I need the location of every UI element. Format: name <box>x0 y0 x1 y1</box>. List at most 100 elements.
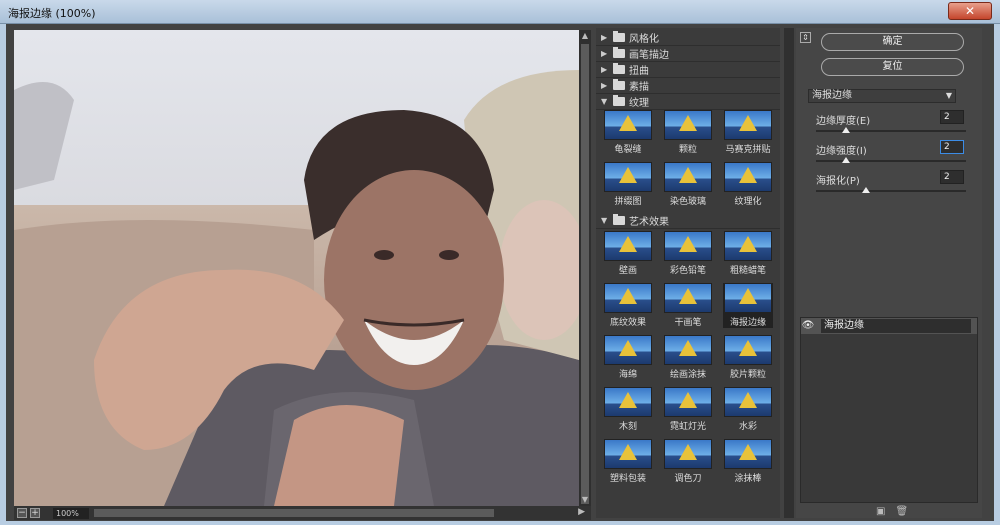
param-value-input[interactable]: 2 <box>940 170 964 184</box>
param-slider-track[interactable] <box>816 160 966 162</box>
param-slider-knob[interactable] <box>861 187 870 193</box>
filter-preview-image <box>724 162 772 192</box>
filter-thumbnail[interactable]: 水彩 <box>723 387 773 432</box>
filter-thumbnail[interactable]: 染色玻璃 <box>663 162 713 207</box>
filter-preview-image <box>604 110 652 140</box>
effect-layer-row[interactable]: 👁 海报边缘 <box>801 318 977 334</box>
filter-select[interactable]: 海报边缘 ▼ <box>808 89 956 103</box>
filter-thumbnail-label: 胶片颗粒 <box>729 370 766 380</box>
filter-preview-image <box>664 162 712 192</box>
filter-thumbnail[interactable]: 纹理化 <box>723 162 773 207</box>
filter-thumbnail-label: 木刻 <box>618 422 637 432</box>
filter-preview-image <box>724 335 772 365</box>
gallery-scrollbar[interactable] <box>784 28 794 518</box>
sailboat-icon <box>739 340 757 356</box>
filter-folder-label: 画笔描边 <box>629 50 669 61</box>
sailboat-icon <box>679 444 697 460</box>
filter-thumbnail[interactable]: 拼缀图 <box>603 162 653 207</box>
sailboat-icon <box>619 115 637 131</box>
param-slider-track[interactable] <box>816 190 966 192</box>
filter-thumbnail[interactable]: 涂抹棒 <box>723 439 773 484</box>
zoom-level-select[interactable]: 100% <box>53 507 89 519</box>
zoom-out-button[interactable]: − <box>17 508 27 518</box>
filter-thumbnail[interactable]: 彩色铅笔 <box>663 231 713 276</box>
filter-preview-image <box>664 439 712 469</box>
preview-vertical-scrollbar[interactable]: ▲ ▼ <box>579 30 591 506</box>
filter-thumbnail-label: 干画笔 <box>674 318 702 328</box>
sailboat-icon <box>619 167 637 183</box>
filter-thumbnail[interactable]: 颗粒 <box>663 110 713 155</box>
close-button[interactable]: ✕ <box>948 2 992 20</box>
filter-thumbnail-label: 壁画 <box>618 266 637 276</box>
param-slider-knob[interactable] <box>842 157 850 163</box>
filter-thumbnail[interactable]: 马赛克拼贴 <box>723 110 773 155</box>
filter-thumbnail[interactable]: 绘画涂抹 <box>663 335 713 380</box>
filter-thumbnail[interactable]: 木刻 <box>603 387 653 432</box>
filter-thumbnail-label: 调色刀 <box>674 474 702 484</box>
filter-thumbnail-label: 海绵 <box>618 370 637 380</box>
scroll-up-icon[interactable]: ▲ <box>580 31 590 41</box>
sailboat-icon <box>679 392 697 408</box>
param-row: 边缘厚度(E) 2 <box>816 110 976 138</box>
filter-folder[interactable]: ▶ 风格化 <box>596 30 780 46</box>
filter-thumbnail[interactable]: 海绵 <box>603 335 653 380</box>
filter-folder-label: 素描 <box>629 82 649 93</box>
sailboat-icon <box>679 115 697 131</box>
scroll-thumb[interactable] <box>581 44 589 504</box>
filter-thumbnail[interactable]: 霓虹灯光 <box>663 387 713 432</box>
filter-folder[interactable]: ▶ 素描 <box>596 78 780 94</box>
filter-preview-image <box>724 283 772 313</box>
sailboat-icon <box>619 288 637 304</box>
filter-folder[interactable]: ▼ 纹理 <box>596 94 780 110</box>
sailboat-icon <box>679 236 697 252</box>
scroll-right-icon[interactable]: ▶ <box>578 507 585 517</box>
filter-thumbnail-label: 马赛克拼贴 <box>725 145 771 155</box>
filter-thumbnail[interactable]: 胶片颗粒 <box>723 335 773 380</box>
preview-status-bar: − + 100% ▶ <box>14 506 591 520</box>
scroll-down-icon[interactable]: ▼ <box>580 495 590 505</box>
sailboat-icon <box>739 392 757 408</box>
filter-folder[interactable]: ▶ 扭曲 <box>596 62 780 78</box>
horizontal-scroll-thumb[interactable] <box>94 509 494 517</box>
preview-canvas[interactable] <box>14 30 579 506</box>
param-slider-track[interactable] <box>816 130 966 132</box>
new-layer-icon[interactable]: ▣ <box>876 506 885 517</box>
filter-thumbnail[interactable]: 干画笔 <box>663 283 713 328</box>
filter-thumbnail[interactable]: 海报边缘 <box>723 283 773 328</box>
filter-thumbnail-label: 龟裂缝 <box>614 145 642 155</box>
param-label: 边缘厚度(E) <box>816 116 871 127</box>
filter-thumbnail[interactable]: 调色刀 <box>663 439 713 484</box>
sailboat-icon <box>739 236 757 252</box>
sailboat-icon <box>739 444 757 460</box>
param-value-input[interactable]: 2 <box>940 110 964 124</box>
filter-thumbnail[interactable]: 塑料包装 <box>603 439 653 484</box>
trash-icon[interactable]: 🗑 <box>895 506 908 517</box>
param-value-input[interactable]: 2 <box>940 140 964 154</box>
param-slider-knob[interactable] <box>842 127 850 133</box>
filter-thumbnail[interactable]: 底纹效果 <box>603 283 653 328</box>
triangle-right-icon: ▶ <box>601 65 608 74</box>
filter-gallery: ▶ 风格化 ▶ 画笔描边 ▶ 扭曲 ▶ 素描 ▼ 纹理 ▼ 艺术效果 龟裂缝 颗粒 马赛克拼贴 拼缀图 染色玻璃… <box>596 28 780 518</box>
sailboat-icon <box>679 340 697 356</box>
eye-icon[interactable]: 👁 <box>801 319 815 333</box>
sailboat-icon <box>679 288 697 304</box>
sailboat-icon <box>619 392 637 408</box>
filter-thumbnail-label: 底纹效果 <box>609 318 646 328</box>
effect-layers-list: 👁 海报边缘 <box>800 317 978 503</box>
ok-button[interactable]: 确定 <box>821 33 964 51</box>
filter-thumbnail[interactable]: 壁画 <box>603 231 653 276</box>
filter-thumbnail[interactable]: 粗糙蜡笔 <box>723 231 773 276</box>
folder-icon <box>613 79 625 90</box>
reset-button[interactable]: 复位 <box>821 58 964 76</box>
filter-thumbnail-label: 绘画涂抹 <box>669 370 706 380</box>
filter-folder[interactable]: ▼ 艺术效果 <box>596 213 780 229</box>
zoom-in-button[interactable]: + <box>30 508 40 518</box>
filter-preview-image <box>724 110 772 140</box>
collapse-gallery-icon[interactable]: ⇕ <box>800 32 811 43</box>
filter-folder[interactable]: ▶ 画笔描边 <box>596 46 780 62</box>
param-label: 边缘强度(I) <box>816 146 867 157</box>
sailboat-icon <box>619 236 637 252</box>
folder-icon <box>613 31 625 42</box>
filter-thumbnail[interactable]: 龟裂缝 <box>603 110 653 155</box>
filter-thumbnail-label: 涂抹棒 <box>734 474 762 484</box>
